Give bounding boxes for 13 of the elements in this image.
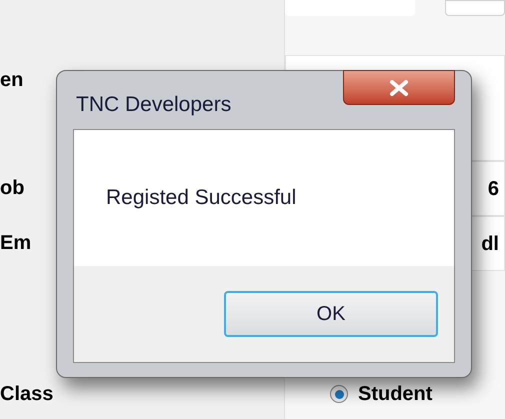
field-label: ob [0, 176, 24, 201]
ok-button[interactable]: OK [224, 291, 438, 337]
close-icon [388, 78, 410, 96]
field-value: dl [481, 232, 499, 256]
field-label: Em [0, 231, 32, 256]
field-value: 6 [488, 176, 499, 202]
radio-label: Student [358, 382, 432, 407]
dialog-message: Registed Successful [106, 185, 296, 212]
field-label: Class [0, 382, 54, 407]
radio-button[interactable] [330, 385, 348, 403]
dialog-title: TNC Developers [76, 92, 232, 118]
close-button[interactable] [343, 70, 455, 105]
field-label: en [0, 68, 24, 93]
